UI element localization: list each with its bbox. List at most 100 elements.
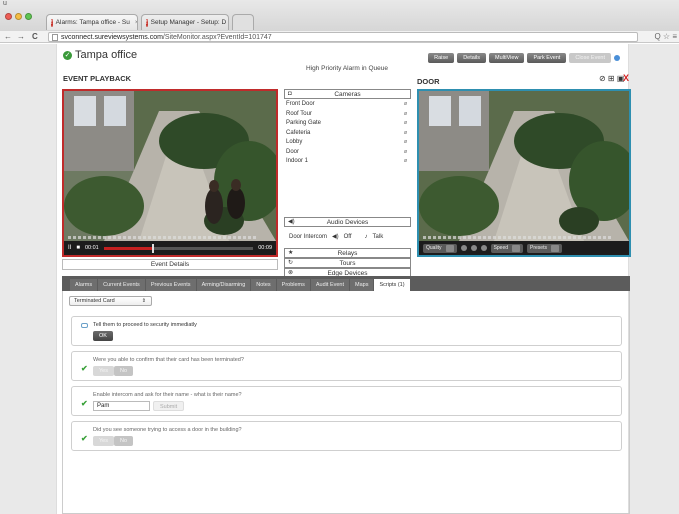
camera-icon: ◘ [288, 91, 292, 97]
chevron-down-icon [550, 244, 559, 252]
relays-header[interactable]: ★ Relays [284, 248, 411, 258]
script-select-value: Terminated Card [74, 298, 115, 304]
address-bar[interactable]: svconnect.sureviewsystems.com/SiteMonito… [48, 32, 638, 42]
stop-icon[interactable]: ■ [76, 245, 80, 251]
playback-video[interactable]: II ■ 00:01 00:09 [62, 89, 278, 257]
camera-link-icon: ø [403, 120, 407, 126]
name-input[interactable]: Pam [93, 401, 150, 411]
checkmark-icon: ✔ [81, 434, 88, 443]
door-intercom-row: Door Intercom ◀) Off ♪ Talk [284, 228, 411, 245]
site-header: ✓ Tampa office [63, 49, 137, 61]
details-button[interactable]: Details [457, 53, 486, 63]
script-select[interactable]: Terminated Card ⇕ [69, 296, 152, 306]
tab-current-events[interactable]: Current Events [98, 279, 145, 291]
zoom-out-icon[interactable] [480, 245, 487, 251]
close-event-button[interactable]: Close Event [569, 53, 611, 63]
tab-alarms[interactable]: Alarms [70, 279, 98, 291]
door-title: DOOR [417, 77, 440, 86]
presets-dropdown[interactable]: Presets [527, 243, 562, 253]
pause-icon[interactable]: II [68, 245, 71, 251]
video-timestamp-overlay [68, 236, 258, 239]
current-time: 00:01 [84, 245, 99, 251]
minimize-window-button[interactable] [15, 13, 22, 20]
quality-label: Quality [426, 244, 442, 251]
new-tab-button[interactable] [232, 14, 254, 30]
tab-audit-event[interactable]: Audit Event [310, 279, 350, 291]
video-timestamp-overlay [423, 236, 613, 239]
cameras-header[interactable]: ◘ Cameras [284, 89, 411, 99]
audio-devices-header[interactable]: ◀) Audio Devices [284, 217, 411, 227]
seek-bar[interactable] [103, 243, 254, 253]
browser-tab-setup[interactable]: ! Setup Manager - Setup: D × [141, 14, 229, 30]
script-step-3: ✔ Enable intercom and ask for their name… [71, 386, 622, 416]
tab-label: Setup Manager - Setup: D [150, 19, 227, 26]
camera-item-front-door[interactable]: Front Door ø [284, 100, 411, 110]
submit-button[interactable]: Submit [153, 401, 185, 411]
camera-item-indoor-1[interactable]: Indoor 1 ø [284, 157, 411, 167]
park-event-button[interactable]: Park Event [527, 53, 567, 63]
alert-icon: ! [51, 18, 53, 27]
help-icon[interactable] [614, 55, 620, 61]
camera-item-cafeteria[interactable]: Cafeteria ø [284, 129, 411, 139]
door-tool-icons[interactable]: ⊘ ⊞ ▣ [599, 74, 624, 83]
close-window-button[interactable] [5, 13, 12, 20]
camera-item-roof-tour[interactable]: Roof Tour ø [284, 110, 411, 120]
tab-arming-disarming[interactable]: Arming/Disarming [196, 279, 251, 291]
tab-scripts[interactable]: Scripts (1) [374, 279, 410, 291]
back-button[interactable]: ← [4, 31, 12, 43]
playback-controls: II ■ 00:01 00:09 [64, 241, 276, 255]
close-door-icon[interactable]: X [623, 73, 629, 83]
door-scene [419, 91, 629, 241]
raise-button[interactable]: Raise [428, 53, 455, 63]
playback-scene [64, 91, 276, 241]
camera-item-parking-gate[interactable]: Parking Gate ø [284, 119, 411, 129]
yes-button[interactable]: Yes [93, 436, 114, 446]
quality-dropdown[interactable]: Quality [423, 243, 457, 253]
window-controls [5, 13, 32, 20]
event-details-button[interactable]: Event Details [62, 259, 278, 270]
intercom-talk-button[interactable]: Talk [373, 234, 384, 240]
reload-button[interactable]: C [32, 31, 38, 43]
event-tabs: Alarms Current Events Previous Events Ar… [62, 276, 630, 291]
camera-link-icon: ø [403, 101, 407, 107]
multiview-button[interactable]: MultiView [489, 53, 525, 63]
zoom-window-button[interactable] [25, 13, 32, 20]
browser-tab-alarms[interactable]: ! Alarms: Tampa office - Su × [46, 14, 138, 30]
intercom-off-button[interactable]: Off [344, 234, 352, 240]
door-camera-video[interactable]: Quality Speed Presets [417, 89, 631, 257]
no-button[interactable]: No [114, 366, 134, 376]
tab-notes[interactable]: Notes [251, 279, 276, 291]
checkmark-icon: ✔ [81, 364, 88, 373]
toolbar-icons[interactable]: Q ☆ ≡ [654, 31, 677, 43]
camera-link-icon: ø [403, 139, 407, 145]
script-question: Did you see someone trying to access a d… [93, 427, 242, 433]
checkmark-icon: ✔ [81, 399, 88, 408]
script-question: Were you able to confirm that their card… [93, 357, 244, 363]
speed-dropdown[interactable]: Speed [490, 243, 524, 253]
camera-link-icon: ø [403, 148, 407, 155]
tab-label: Alarms: Tampa office - Su [55, 19, 130, 26]
close-tab-icon[interactable]: × [135, 20, 137, 26]
snapshot-icon[interactable] [460, 245, 467, 251]
yes-button[interactable]: Yes [93, 366, 114, 376]
chevron-down-icon [512, 244, 521, 252]
speaker-icon: ◀) [332, 234, 339, 240]
tab-maps[interactable]: Maps [350, 279, 374, 291]
speaker-icon: ◀) [288, 219, 295, 225]
seek-handle[interactable] [151, 243, 154, 253]
cameras-heading-label: Cameras [334, 91, 361, 98]
ok-button[interactable]: OK [93, 331, 113, 341]
tab-previous-events[interactable]: Previous Events [145, 279, 196, 291]
forward-button[interactable]: → [17, 31, 25, 43]
camera-label: Lobby [286, 139, 303, 145]
tours-header[interactable]: ↻ Tours [284, 258, 411, 268]
no-button[interactable]: No [114, 436, 134, 446]
camera-item-lobby[interactable]: Lobby ø [284, 138, 411, 148]
site-name: Tampa office [75, 49, 138, 61]
alert-icon: ! [146, 18, 148, 27]
camera-link-icon: ø [403, 129, 407, 136]
tab-problems[interactable]: Problems [276, 279, 310, 291]
zoom-in-icon[interactable] [470, 245, 477, 251]
script-step-2: ✔ Were you able to confirm that their ca… [71, 351, 622, 381]
camera-item-door[interactable]: Door ø [284, 148, 411, 158]
